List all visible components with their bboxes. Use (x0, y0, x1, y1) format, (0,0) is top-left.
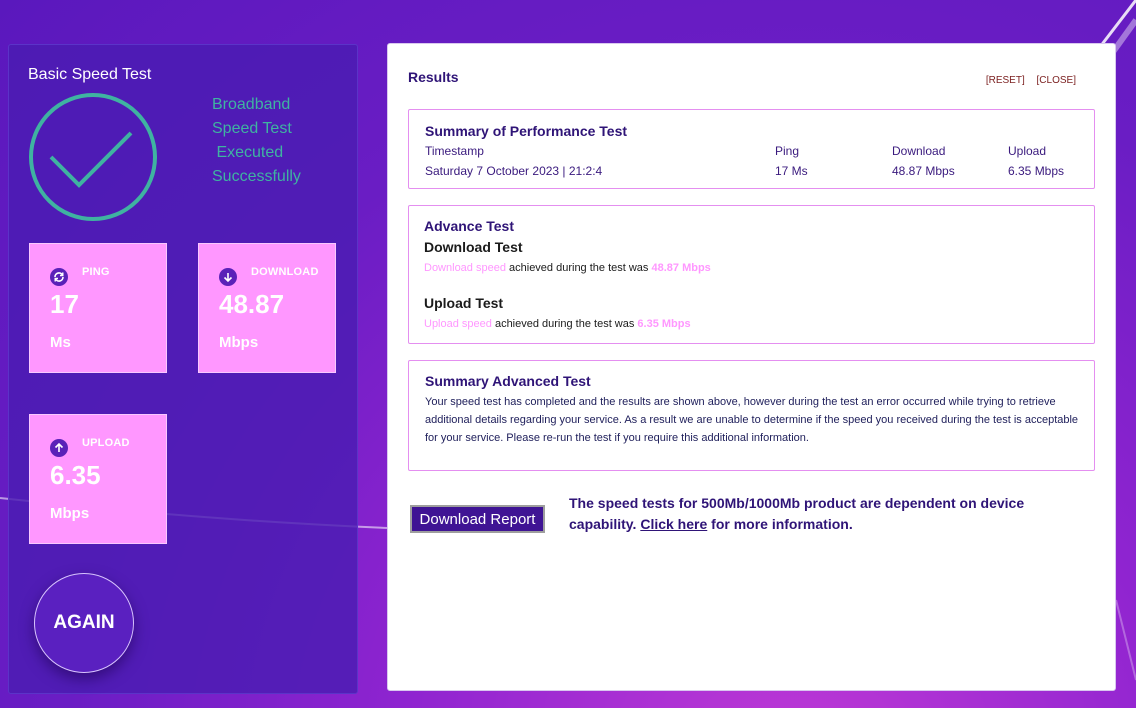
upload-header: Upload (1008, 144, 1047, 158)
download-tile: DOWNLOAD 48.87 Mbps (198, 243, 336, 373)
reset-link[interactable]: [RESET] (986, 75, 1025, 86)
summary-advanced-title: Summary Advanced Test (425, 373, 591, 389)
ping-header: Ping (775, 144, 800, 158)
again-button[interactable]: AGAIN (34, 573, 134, 673)
upload-speed-link-text: Upload speed (424, 318, 492, 330)
download-value-cell: 48.87 Mbps (892, 164, 955, 178)
summary-advanced-text: Your speed test has completed and the re… (425, 396, 1079, 444)
download-mid-text: achieved during the test was (505, 262, 652, 274)
download-test-title: Download Test (424, 239, 523, 255)
upload-mid-text: achieved during the test was (491, 318, 638, 330)
download-report-button[interactable]: Download Report (410, 505, 545, 533)
status-line: Successfully (212, 168, 301, 185)
advance-test-box: Advance Test Download Test Download spee… (408, 205, 1095, 344)
download-speed-link-text: Download speed (424, 262, 506, 274)
summary-title: Summary of Performance Test (425, 123, 628, 139)
summary-performance-box: Summary of Performance Test Timestamp Pi… (408, 109, 1095, 189)
results-title: Results (408, 69, 459, 85)
arrow-down-icon (219, 268, 237, 286)
status-line: Broadband (212, 96, 291, 113)
download-unit: Mbps (219, 334, 259, 351)
download-value: 48.87 (219, 289, 285, 319)
summary-advanced-box: Summary Advanced Test Your speed test ha… (408, 360, 1095, 471)
upload-unit: Mbps (50, 505, 90, 522)
basic-speed-test-panel: Basic Speed Test Broadband Speed Test Ex… (8, 44, 358, 694)
ping-value: 17 (50, 289, 79, 319)
check-circle-icon (29, 93, 157, 221)
device-capability-note: The speed tests for 500Mb/1000Mb product… (569, 493, 1089, 535)
ping-value-cell: 17 Ms (775, 164, 808, 178)
timestamp-header: Timestamp (425, 144, 484, 158)
download-test-result: Download speed achieved during the test … (424, 262, 711, 274)
ping-unit: Ms (50, 334, 71, 351)
close-link[interactable]: [CLOSE] (1037, 75, 1076, 86)
note-text-end: for more information. (707, 516, 853, 532)
status-line: Speed Test (212, 120, 292, 137)
upload-value: 6.35 (50, 460, 101, 490)
download-header: Download (892, 144, 946, 158)
ping-label: PING (82, 266, 110, 278)
upload-result-value: 6.35 Mbps (637, 318, 691, 330)
results-panel: Results [RESET] [CLOSE] Summary of Perfo… (387, 43, 1116, 691)
ping-tile: PING 17 Ms (29, 243, 167, 373)
upload-test-title: Upload Test (424, 295, 504, 311)
results-actions: [RESET] [CLOSE] (977, 75, 1076, 86)
status-message: Broadband Speed Test Executed Successful… (212, 93, 301, 189)
status-line: Executed (212, 144, 284, 161)
advance-title: Advance Test (424, 218, 514, 234)
arrow-up-icon (50, 439, 68, 457)
upload-value-cell: 6.35 Mbps (1008, 164, 1065, 178)
upload-tile: UPLOAD 6.35 Mbps (29, 414, 167, 544)
upload-label: UPLOAD (82, 437, 130, 449)
refresh-icon (50, 268, 68, 286)
timestamp-value: Saturday 7 October 2023 | 21:2:4 (425, 164, 603, 178)
upload-test-result: Upload speed achieved during the test wa… (424, 318, 691, 330)
click-here-link[interactable]: Click here (640, 516, 707, 532)
download-result-value: 48.87 Mbps (651, 262, 711, 274)
download-label: DOWNLOAD (251, 266, 319, 278)
panel-title: Basic Speed Test (28, 66, 152, 83)
